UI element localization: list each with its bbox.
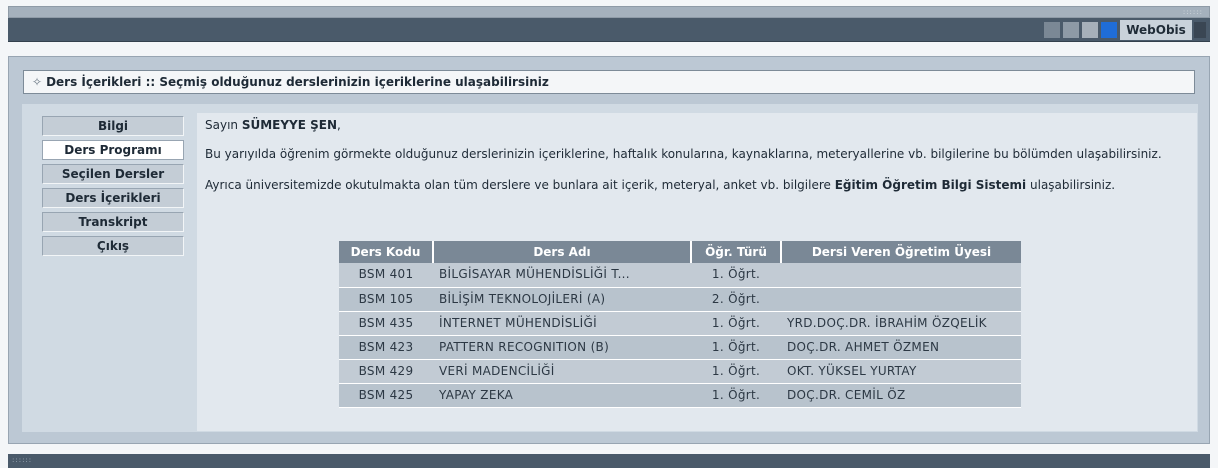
course-code: BSM 105 [339, 287, 433, 312]
education-type: 1. Öğrt. [691, 383, 781, 408]
top-strip: :::::: [8, 6, 1210, 18]
course-name[interactable]: YAPAY ZEKA [433, 383, 691, 408]
greeting-suffix: , [337, 118, 341, 132]
table-row[interactable]: BSM 429 VERİ MADENCİLİĞİ 1. Öğrt. OKT. Y… [339, 359, 1021, 384]
resize-grip-icon: :::::: [1182, 8, 1203, 16]
greeting-prefix: Sayın [205, 118, 242, 132]
course-name[interactable]: VERİ MADENCİLİĞİ [433, 359, 691, 384]
sidebar-nav: Bilgi Ders Programı Seçilen Dersler Ders… [42, 116, 184, 260]
info-paragraph-prefix: Ayrıca üniversitemizde okutulmakta olan … [205, 178, 835, 192]
course-code: BSM 401 [339, 263, 433, 288]
page-title-text: Ders İçerikleri :: Seçmiş olduğunuz ders… [46, 75, 549, 89]
education-type: 1. Öğrt. [691, 263, 781, 288]
table-row[interactable]: BSM 435 İNTERNET MÜHENDİSLİĞİ 1. Öğrt. Y… [339, 311, 1021, 336]
system-name: Eğitim Öğretim Bilgi Sistemi [834, 178, 1027, 192]
course-code: BSM 435 [339, 311, 433, 336]
user-name: SÜMEYYE ŞEN [241, 118, 337, 132]
instructor: YRD.DOÇ.DR. İBRAHİM ÖZQELİK [781, 311, 1021, 336]
sidebar-item-ders-programi[interactable]: Ders Programı [42, 140, 184, 160]
course-name[interactable]: BİLGİSAYAR MÜHENDİSLİĞİ T... [433, 263, 691, 288]
header-square-icon [1063, 22, 1079, 38]
education-type: 2. Öğrt. [691, 287, 781, 312]
brand-label: WebObis [1120, 20, 1192, 40]
instructor: OKT. YÜKSEL YURTAY [781, 359, 1021, 384]
education-type: 1. Öğrt. [691, 311, 781, 336]
col-header-ogr-turu: Öğr. Türü [691, 241, 782, 263]
greeting: Sayın SÜMEYYE ŞEN, [205, 118, 1189, 133]
course-code: BSM 425 [339, 383, 433, 408]
instructor: DOÇ.DR. AHMET ÖZMEN [781, 335, 1021, 360]
sparkle-icon: ✧ [32, 75, 43, 89]
sidebar-item-ders-icerikleri[interactable]: Ders İçerikleri [42, 188, 184, 208]
table-row[interactable]: BSM 425 YAPAY ZEKA 1. Öğrt. DOÇ.DR. CEMİ… [339, 383, 1021, 408]
sidebar-item-bilgi[interactable]: Bilgi [42, 116, 184, 136]
header-square-icon [1082, 22, 1098, 38]
course-code: BSM 429 [339, 359, 433, 384]
course-code: BSM 423 [339, 335, 433, 360]
table-header-row: Ders Kodu Ders Adı Öğr. Türü Dersi Veren… [339, 241, 1021, 263]
course-name[interactable]: PATTERN RECOGNITION (B) [433, 335, 691, 360]
instructor [781, 287, 1021, 312]
main-content: Sayın SÜMEYYE ŞEN, Bu yarıyılda öğrenim … [197, 113, 1197, 431]
intro-paragraph: Bu yarıyılda öğrenim görmekte olduğunuz … [205, 147, 1162, 161]
education-type: 1. Öğrt. [691, 335, 781, 360]
header-square-icon [1044, 22, 1060, 38]
sidebar-item-secilen-dersler[interactable]: Seçilen Dersler [42, 164, 184, 184]
course-name[interactable]: İNTERNET MÜHENDİSLİĞİ [433, 311, 691, 336]
instructor: DOÇ.DR. CEMİL ÖZ [781, 383, 1021, 408]
education-type: 1. Öğrt. [691, 359, 781, 384]
col-header-ders-adi: Ders Adı [433, 241, 692, 263]
sidebar-item-cikis[interactable]: Çıkış [42, 236, 184, 256]
page-title: ✧ Ders İçerikleri :: Seçmiş olduğunuz der… [23, 70, 1195, 94]
info-paragraph: Ayrıca üniversitemizde okutulmakta olan … [205, 178, 1185, 193]
header-square-icon [1101, 22, 1117, 38]
sidebar-item-transkript[interactable]: Transkript [42, 212, 184, 232]
courses-table: Ders Kodu Ders Adı Öğr. Türü Dersi Veren… [339, 241, 1021, 408]
bottom-bar: :::::: [8, 454, 1210, 468]
header-bar: WebObis [8, 18, 1210, 42]
table-row[interactable]: BSM 401 BİLGİSAYAR MÜHENDİSLİĞİ T... 1. … [339, 263, 1021, 288]
col-header-ders-kodu: Ders Kodu [339, 241, 434, 263]
header-end-block [1194, 22, 1206, 38]
resize-grip-icon: :::::: [12, 456, 33, 464]
col-header-ogretim-uyesi: Dersi Veren Öğretim Üyesi [781, 241, 1021, 263]
table-row[interactable]: BSM 423 PATTERN RECOGNITION (B) 1. Öğrt.… [339, 335, 1021, 360]
info-paragraph-suffix: ulaşabilirsiniz. [1026, 178, 1116, 192]
table-row[interactable]: BSM 105 BİLİŞİM TEKNOLOJİLERİ (A) 2. Öğr… [339, 287, 1021, 312]
course-name[interactable]: BİLİŞİM TEKNOLOJİLERİ (A) [433, 287, 691, 312]
instructor [781, 263, 1021, 288]
